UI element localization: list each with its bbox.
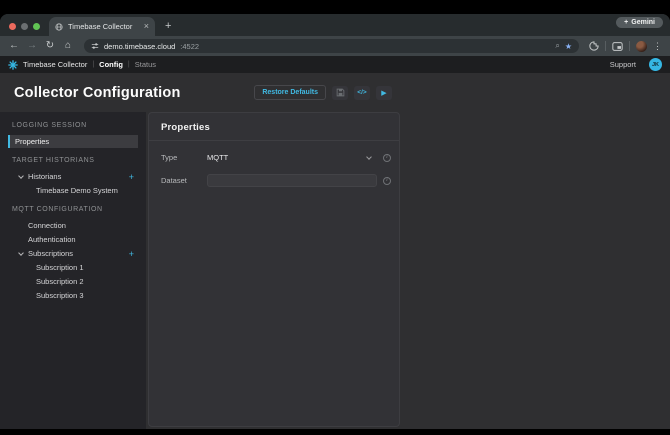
chevron-down-icon[interactable] <box>18 172 24 179</box>
site-settings-icon[interactable] <box>91 42 99 50</box>
user-avatar[interactable]: JK <box>649 58 662 71</box>
page-actions: Restore Defaults </> ▶ <box>254 85 392 100</box>
code-view-icon[interactable]: </> <box>354 85 370 100</box>
extensions-icon[interactable] <box>589 41 599 51</box>
sidebar-item-properties[interactable]: Properties <box>8 135 138 148</box>
save-icon[interactable] <box>332 85 348 100</box>
content-area: LOGGING SESSION Properties TARGET HISTOR… <box>0 112 670 429</box>
back-icon[interactable]: ← <box>8 41 20 51</box>
minimize-window-button[interactable] <box>21 23 28 30</box>
browser-tab[interactable]: Timebase Collector × <box>49 17 155 36</box>
toolbar-divider <box>629 41 630 51</box>
type-label: Type <box>161 153 178 162</box>
window-controls <box>0 23 49 36</box>
type-selected-value: MQTT <box>207 153 229 162</box>
app-root: Timebase Collector | Config | Status Sup… <box>0 56 670 429</box>
app-nav-bar: Timebase Collector | Config | Status Sup… <box>0 56 670 73</box>
close-window-button[interactable] <box>9 23 16 30</box>
sidebar-item-authentication[interactable]: Authentication <box>8 233 138 246</box>
gemini-button[interactable]: + Gemini <box>616 17 663 28</box>
toolbar-divider <box>605 41 606 51</box>
properties-panel: Properties Type MQTT i Dataset i <box>148 112 400 427</box>
section-logging-session: LOGGING SESSION <box>12 122 87 129</box>
nav-config-link[interactable]: Config <box>99 60 123 69</box>
url-port: :4522 <box>180 41 200 51</box>
run-collector-icon[interactable]: ▶ <box>376 85 392 100</box>
sidebar-item-subscription-3[interactable]: Subscription 3 <box>8 289 138 302</box>
dataset-input[interactable] <box>207 174 377 187</box>
field-row-dataset: Dataset i <box>161 174 391 187</box>
add-historian-icon[interactable]: + <box>129 172 134 182</box>
timebase-logo-icon <box>8 59 18 70</box>
browser-menu-icon[interactable]: ⋮ <box>653 41 662 52</box>
home-icon[interactable]: ⌂ <box>62 41 74 51</box>
fullscreen-window-button[interactable] <box>33 23 40 30</box>
sidebar-item-subscription-1[interactable]: Subscription 1 <box>8 261 138 274</box>
forward-icon[interactable]: → <box>26 41 38 51</box>
panel-title: Properties <box>149 113 399 141</box>
support-link[interactable]: Support <box>610 60 636 69</box>
app-brand: Timebase Collector <box>23 60 88 69</box>
section-target-historians: TARGET HISTORIANS <box>12 157 95 164</box>
nav-separator: | <box>127 61 130 68</box>
section-mqtt-configuration: MQTT CONFIGURATION <box>12 206 103 213</box>
sidebar-item-historians[interactable]: Historians + <box>8 170 138 183</box>
field-row-type: Type MQTT i <box>161 151 391 164</box>
browser-profile-avatar[interactable] <box>636 40 647 52</box>
page-title: Collector Configuration <box>14 84 181 101</box>
favicon-globe-icon <box>55 22 63 31</box>
tab-strip: Timebase Collector × + + Gemini <box>0 14 670 36</box>
browser-toolbar: ← → ↻ ⌂ demo.timebase.cloud :4522 ⌕ ★ ⋮ <box>0 36 670 56</box>
browser-window: Timebase Collector × + + Gemini ← → ↻ ⌂ … <box>0 14 670 429</box>
nav-status-link[interactable]: Status <box>135 60 156 69</box>
chevron-down-icon[interactable] <box>18 249 24 256</box>
sidebar-item-connection[interactable]: Connection <box>8 219 138 232</box>
sidebar-item-subscription-2[interactable]: Subscription 2 <box>8 275 138 288</box>
nav-separator: | <box>92 61 95 68</box>
add-subscription-icon[interactable]: + <box>129 249 134 259</box>
reload-icon[interactable]: ↻ <box>44 41 56 51</box>
gemini-plus-icon: + <box>624 19 629 26</box>
gemini-label: Gemini <box>631 19 655 26</box>
page-header: Collector Configuration Restore Defaults… <box>0 73 670 112</box>
new-tab-button[interactable]: + <box>165 20 171 32</box>
address-bar[interactable]: demo.timebase.cloud :4522 ⌕ ★ <box>84 39 579 53</box>
picture-in-picture-icon[interactable] <box>612 41 623 51</box>
bookmark-star-icon[interactable]: ★ <box>565 42 572 51</box>
type-select[interactable]: MQTT <box>207 151 377 164</box>
toolbar-right: ⋮ <box>589 40 662 52</box>
chevron-down-icon <box>366 153 372 160</box>
tab-title: Timebase Collector <box>68 22 133 31</box>
sidebar-item-timebase-demo-system[interactable]: Timebase Demo System <box>8 184 138 197</box>
sidebar-item-subscriptions[interactable]: Subscriptions + <box>8 247 138 260</box>
config-tree-sidebar: LOGGING SESSION Properties TARGET HISTOR… <box>0 112 146 429</box>
dataset-label: Dataset <box>161 176 187 185</box>
url-host: demo.timebase.cloud <box>104 41 176 51</box>
tab-close-icon[interactable]: × <box>144 22 149 31</box>
search-icon[interactable]: ⌕ <box>555 41 559 51</box>
type-info-icon[interactable]: i <box>383 153 391 162</box>
restore-defaults-button[interactable]: Restore Defaults <box>254 85 326 100</box>
dataset-info-icon[interactable]: i <box>383 176 391 185</box>
